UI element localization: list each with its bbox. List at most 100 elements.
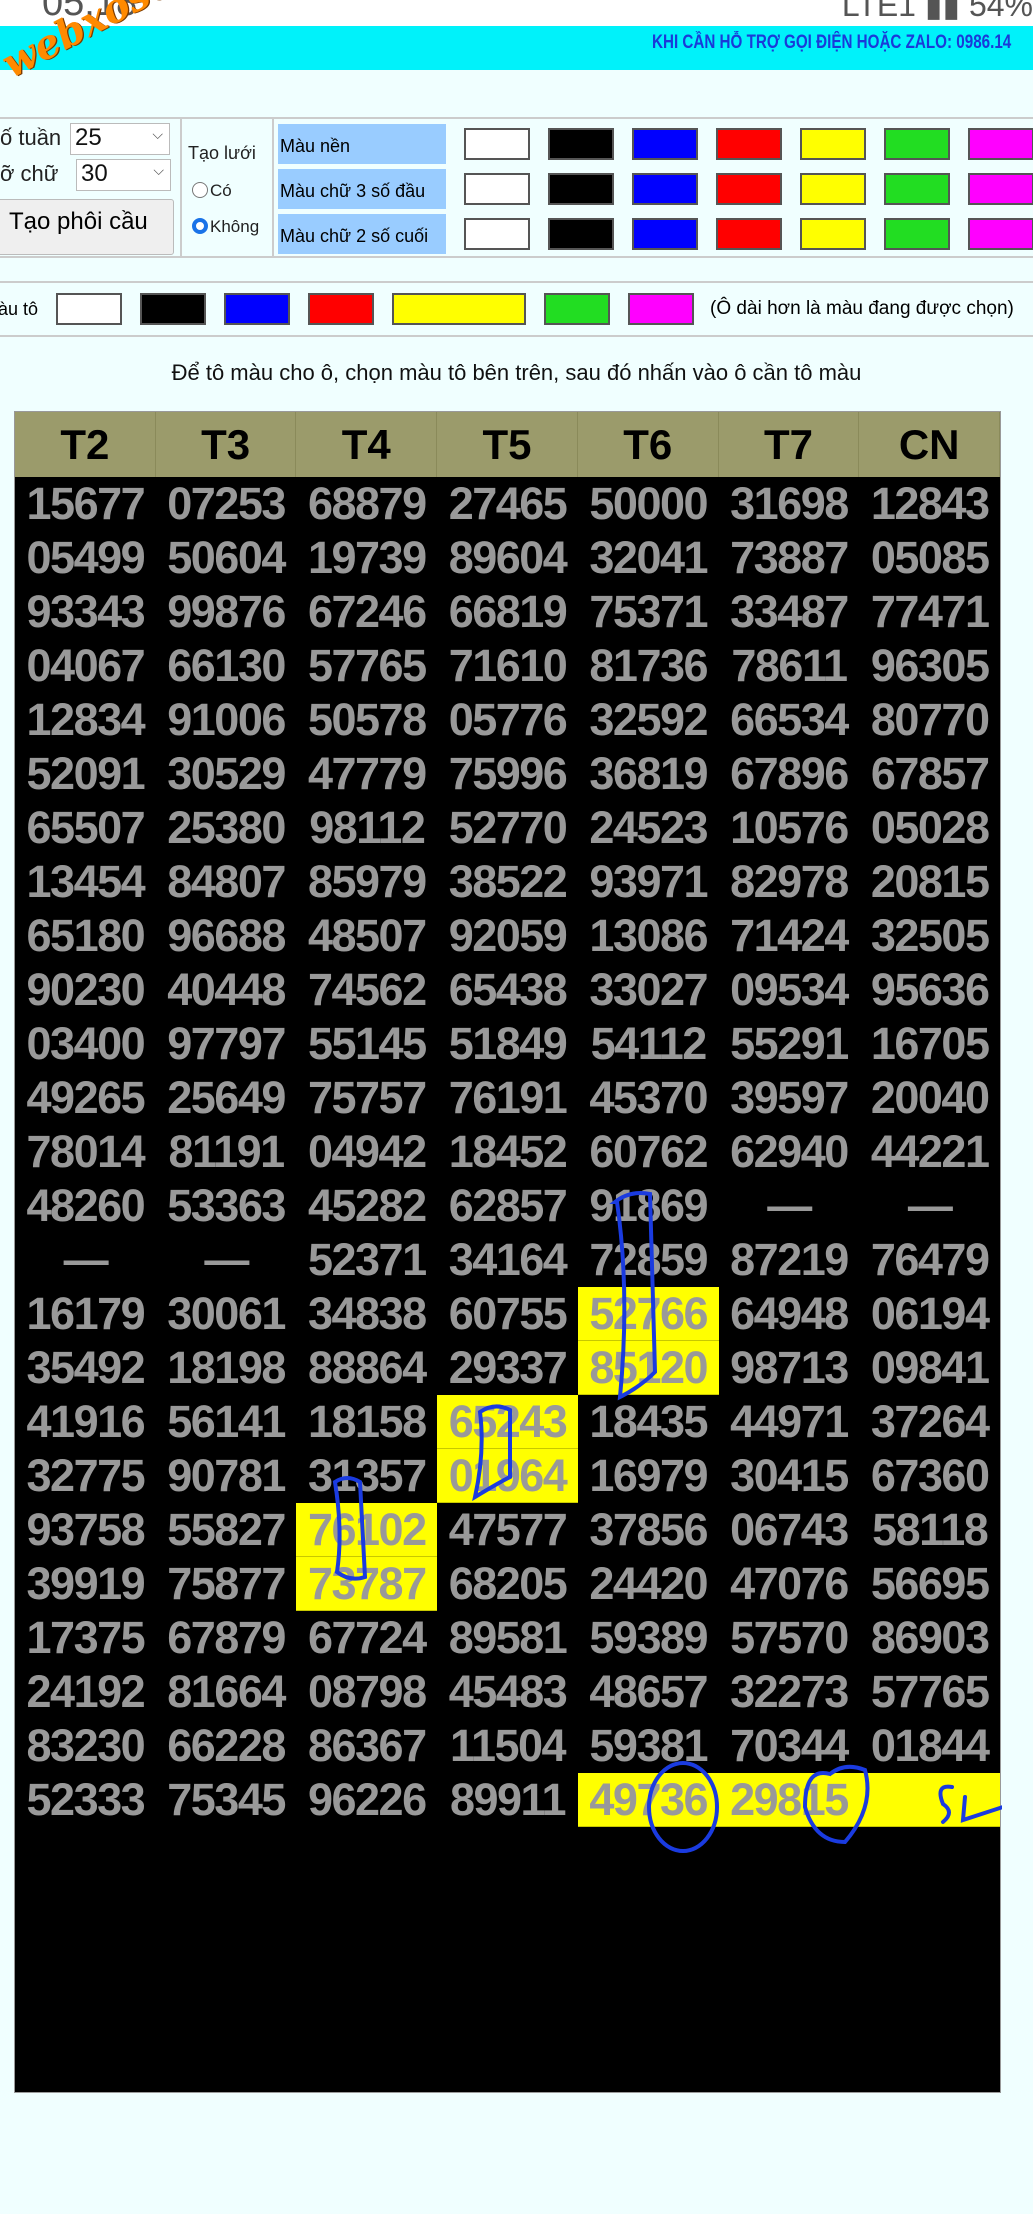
board-cell[interactable]: 75345	[156, 1773, 297, 1827]
board-cell[interactable]: 34838	[296, 1287, 437, 1341]
board-cell[interactable]: 06194	[859, 1287, 1000, 1341]
board-cell[interactable]: 75996	[437, 747, 578, 801]
board-cell[interactable]: 87219	[719, 1233, 860, 1287]
board-cell[interactable]: 99876	[156, 585, 297, 639]
board-cell[interactable]: —	[859, 1179, 1000, 1233]
board-cell[interactable]: 93758	[15, 1503, 156, 1557]
board-cell[interactable]	[859, 1773, 1001, 1827]
board-cell[interactable]: 01844	[859, 1719, 1000, 1773]
board-cell[interactable]: 50000	[578, 477, 719, 531]
board-cell[interactable]: 89604	[437, 531, 578, 585]
board-cell[interactable]: 68205	[437, 1557, 578, 1611]
board-cell[interactable]: 37264	[859, 1395, 1000, 1449]
selected-paint-swatch[interactable]	[392, 293, 527, 325]
board-cell[interactable]: 19739	[296, 531, 437, 585]
board-cell[interactable]: 48507	[296, 909, 437, 963]
color-swatch[interactable]	[548, 173, 614, 205]
board-cell[interactable]: 84807	[156, 855, 297, 909]
board-cell[interactable]: 04067	[15, 639, 156, 693]
board-cell[interactable]: 72859	[578, 1233, 719, 1287]
board-cell[interactable]: 16705	[859, 1017, 1000, 1071]
paint-swatch[interactable]	[628, 293, 695, 325]
board-cell[interactable]: 07253	[156, 477, 297, 531]
board-cell[interactable]: 76191	[437, 1071, 578, 1125]
board-cell[interactable]: 65507	[15, 801, 156, 855]
color-swatch[interactable]	[632, 218, 698, 250]
board-cell[interactable]: 60762	[578, 1125, 719, 1179]
color-swatch[interactable]	[800, 128, 866, 160]
board-cell[interactable]: 59389	[578, 1611, 719, 1665]
board-cell[interactable]: 49736	[577, 1773, 719, 1827]
paint-swatch[interactable]	[140, 293, 207, 325]
board-cell[interactable]: 81191	[156, 1125, 297, 1179]
grid-yes-radio[interactable]: Có	[192, 181, 232, 201]
board-cell[interactable]: 04942	[296, 1125, 437, 1179]
board-cell[interactable]: 44221	[859, 1125, 1000, 1179]
paint-swatch[interactable]	[56, 293, 123, 325]
color-swatch[interactable]	[968, 128, 1033, 160]
board-cell[interactable]: 37856	[578, 1503, 719, 1557]
board-cell[interactable]: 90230	[15, 963, 156, 1017]
board-cell[interactable]: 33487	[719, 585, 860, 639]
board-cell[interactable]: 31698	[719, 477, 860, 531]
board-cell[interactable]: 83230	[15, 1719, 156, 1773]
board-cell[interactable]: 77471	[859, 585, 1000, 639]
board-cell[interactable]: 86367	[296, 1719, 437, 1773]
board-cell[interactable]: 12843	[859, 477, 1000, 531]
board-cell[interactable]: 56695	[859, 1557, 1000, 1611]
board-cell[interactable]: 13086	[578, 909, 719, 963]
board-cell[interactable]: 85120	[577, 1341, 719, 1395]
board-cell[interactable]: 65243	[437, 1395, 578, 1449]
board-cell[interactable]: 41916	[15, 1395, 156, 1449]
board-cell[interactable]: 92059	[437, 909, 578, 963]
board-cell[interactable]: 01964	[437, 1449, 578, 1503]
board-cell[interactable]: 81736	[578, 639, 719, 693]
board-cell[interactable]: 62940	[719, 1125, 860, 1179]
color-swatch[interactable]	[716, 128, 782, 160]
board-cell[interactable]: 20815	[859, 855, 1000, 909]
board-cell[interactable]: 30061	[156, 1287, 297, 1341]
board-cell[interactable]: 32592	[578, 693, 719, 747]
board-cell[interactable]: 71424	[719, 909, 860, 963]
board-cell[interactable]: 51849	[437, 1017, 578, 1071]
board-cell[interactable]: 96688	[156, 909, 297, 963]
board-cell[interactable]: 78014	[15, 1125, 156, 1179]
board-cell[interactable]: 78611	[719, 639, 860, 693]
board-cell[interactable]: 88864	[296, 1341, 437, 1395]
board-cell[interactable]: 55291	[719, 1017, 860, 1071]
board-cell[interactable]: 66130	[156, 639, 297, 693]
color-swatch[interactable]	[548, 218, 614, 250]
board-cell[interactable]: 39597	[719, 1071, 860, 1125]
board-cell[interactable]: 73787	[296, 1557, 438, 1611]
board-cell[interactable]: 58118	[859, 1503, 1000, 1557]
board-cell[interactable]: 25649	[156, 1071, 297, 1125]
board-cell[interactable]: 64948	[719, 1287, 860, 1341]
board-cell[interactable]: 75877	[156, 1557, 297, 1611]
board-cell[interactable]: 52371	[296, 1233, 437, 1287]
board-cell[interactable]: 66819	[437, 585, 578, 639]
board-cell[interactable]: 25380	[156, 801, 297, 855]
board-cell[interactable]: 52333	[15, 1773, 156, 1827]
board-cell[interactable]: —	[719, 1179, 860, 1233]
board-cell[interactable]: 48657	[578, 1665, 719, 1719]
board-cell[interactable]: 65180	[15, 909, 156, 963]
board-cell[interactable]: 67857	[859, 747, 1000, 801]
board-cell[interactable]: 09841	[859, 1341, 1000, 1395]
board-cell[interactable]: 56141	[156, 1395, 297, 1449]
color-swatch[interactable]	[884, 173, 950, 205]
board-cell[interactable]: 74562	[296, 963, 437, 1017]
board-cell[interactable]: 76479	[859, 1233, 1000, 1287]
color-swatch[interactable]	[800, 218, 866, 250]
color-swatch[interactable]	[800, 173, 866, 205]
board-cell[interactable]: 57570	[719, 1611, 860, 1665]
board-cell[interactable]: 24523	[578, 801, 719, 855]
color-swatch[interactable]	[632, 128, 698, 160]
board-cell[interactable]: 67724	[296, 1611, 437, 1665]
board-cell[interactable]: 15677	[15, 477, 156, 531]
board-cell[interactable]: 16979	[578, 1449, 719, 1503]
board-cell[interactable]: 48260	[15, 1179, 156, 1233]
board-cell[interactable]: 97797	[156, 1017, 297, 1071]
board-cell[interactable]: —	[15, 1233, 156, 1287]
board-cell[interactable]: 82978	[719, 855, 860, 909]
board-cell[interactable]: 05776	[437, 693, 578, 747]
